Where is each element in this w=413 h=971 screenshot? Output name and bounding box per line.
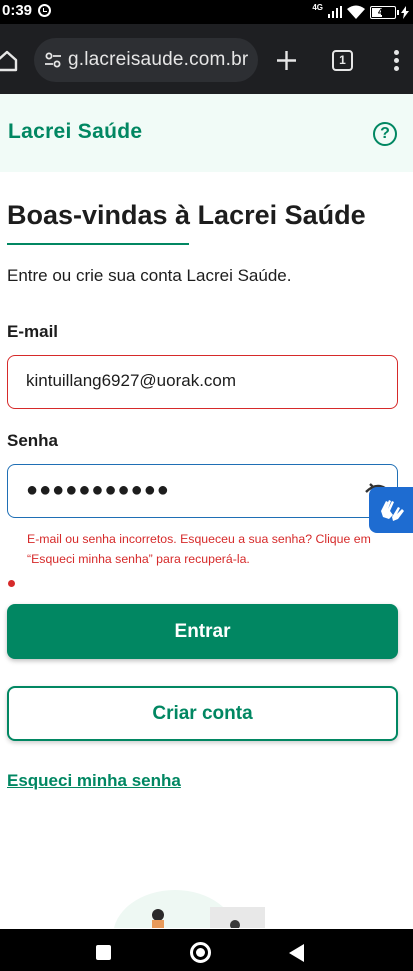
illustration xyxy=(113,890,265,928)
password-label: Senha xyxy=(7,431,59,450)
wifi-icon xyxy=(347,5,365,19)
help-icon[interactable]: ? xyxy=(373,122,397,146)
sign-language-widget[interactable] xyxy=(369,487,413,533)
site-settings-icon[interactable] xyxy=(44,51,62,69)
status-time: 0:39 xyxy=(2,2,33,19)
system-nav-bar xyxy=(0,929,413,971)
site-header: Lacrei Saúde ? xyxy=(0,94,413,172)
error-indicator xyxy=(8,580,15,587)
home-icon[interactable] xyxy=(0,50,18,72)
page-title: Boas-vindas à Lacrei Saúde xyxy=(7,200,366,230)
back-button[interactable] xyxy=(289,944,304,962)
intro-text: Entre ou crie sua conta Lacrei Saúde. xyxy=(7,266,292,285)
status-bar: 0:39 4G 43 xyxy=(0,0,413,24)
home-button[interactable] xyxy=(190,942,211,963)
email-value[interactable]: kintuillang6927@uorak.com xyxy=(26,371,236,391)
recent-apps-button[interactable] xyxy=(96,945,111,960)
battery-icon: 43 xyxy=(370,5,399,19)
password-field[interactable]: ●●●●●●●●●●● xyxy=(7,464,398,518)
forgot-password-link[interactable]: Esqueci minha senha xyxy=(7,771,181,791)
title-underline xyxy=(7,243,189,245)
alarm-icon xyxy=(38,4,51,17)
login-error-message: E-mail ou senha incorretos. Esqueceu a s… xyxy=(27,532,371,566)
browser-menu-icon[interactable] xyxy=(394,50,400,72)
new-tab-icon[interactable] xyxy=(276,50,297,71)
charging-icon xyxy=(401,5,409,19)
lacrei-logo[interactable]: Lacrei Saúde xyxy=(8,120,142,144)
address-bar[interactable]: g.lacreisaude.com.br xyxy=(34,38,258,82)
email-label: E-mail xyxy=(7,322,59,341)
status-indicators: 4G 43 xyxy=(312,3,409,21)
login-button[interactable]: Entrar xyxy=(7,604,398,659)
url-text[interactable]: g.lacreisaude.com.br xyxy=(68,49,248,71)
signal-icon xyxy=(328,6,342,18)
tab-switcher-button[interactable]: 1 xyxy=(332,50,353,71)
email-field[interactable]: kintuillang6927@uorak.com xyxy=(7,355,398,409)
hands-icon xyxy=(381,500,404,521)
create-account-button[interactable]: Criar conta xyxy=(7,686,398,741)
password-value[interactable]: ●●●●●●●●●●● xyxy=(26,479,170,502)
network-type: 4G xyxy=(312,2,323,12)
battery-percent: 43 xyxy=(377,7,388,17)
browser-toolbar: g.lacreisaude.com.br 1 xyxy=(0,24,413,94)
